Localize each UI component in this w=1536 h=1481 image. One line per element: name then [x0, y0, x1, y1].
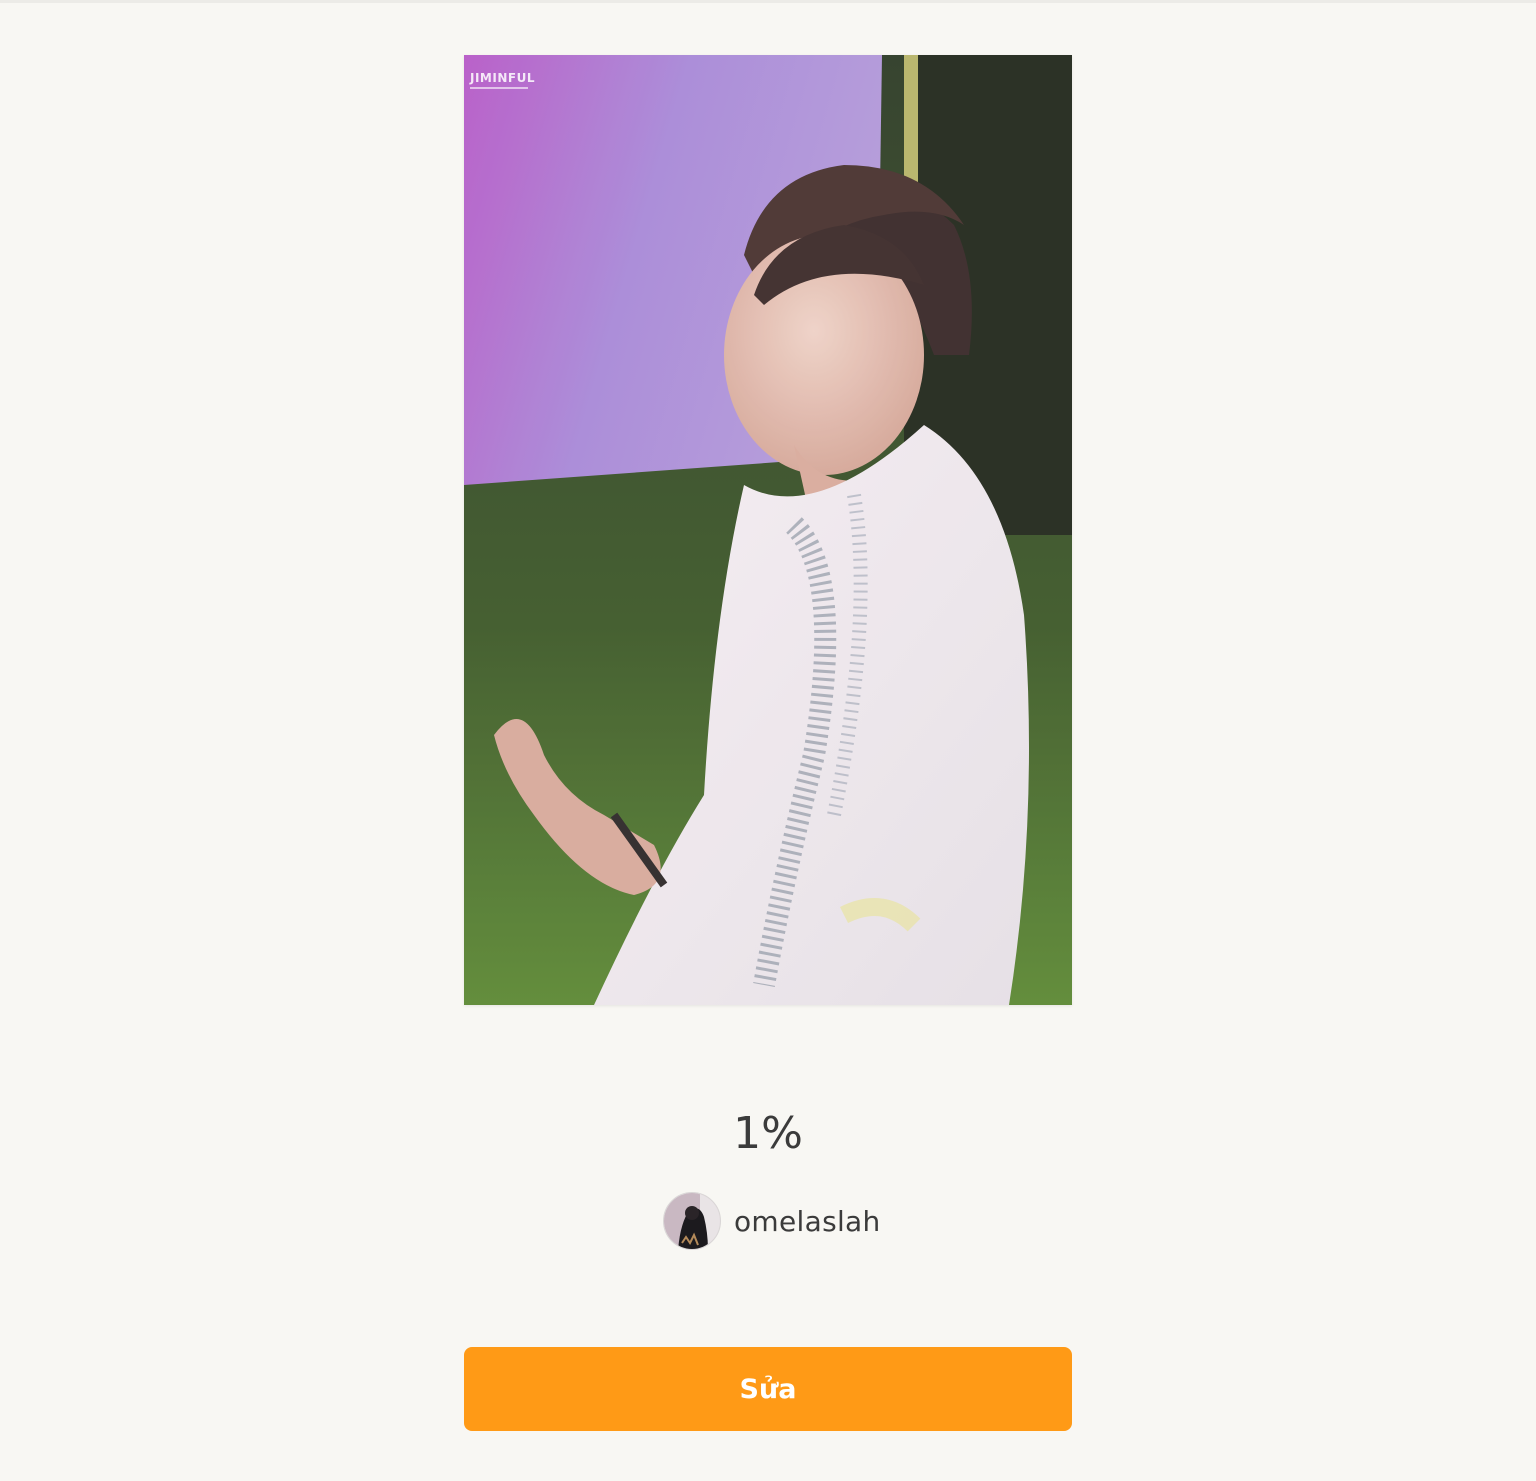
- cover-watermark-underline: [470, 87, 528, 89]
- author-username[interactable]: omelaslah: [734, 1205, 881, 1238]
- cover-illustration: [464, 55, 1072, 1005]
- story-cover-image[interactable]: JIMINFUL: [464, 55, 1072, 1005]
- author-avatar[interactable]: [663, 1192, 721, 1250]
- edit-button[interactable]: Sửa: [464, 1347, 1072, 1431]
- story-title: 1%: [733, 1108, 803, 1159]
- avatar-image: [664, 1193, 720, 1249]
- story-page: JIMINFUL 1% omelaslah Sửa: [0, 0, 1536, 1481]
- author-link[interactable]: omelaslah: [663, 1192, 881, 1250]
- cover-watermark-text: JIMINFUL: [470, 71, 535, 85]
- top-divider: [0, 0, 1536, 3]
- cover-watermark: JIMINFUL: [470, 71, 535, 89]
